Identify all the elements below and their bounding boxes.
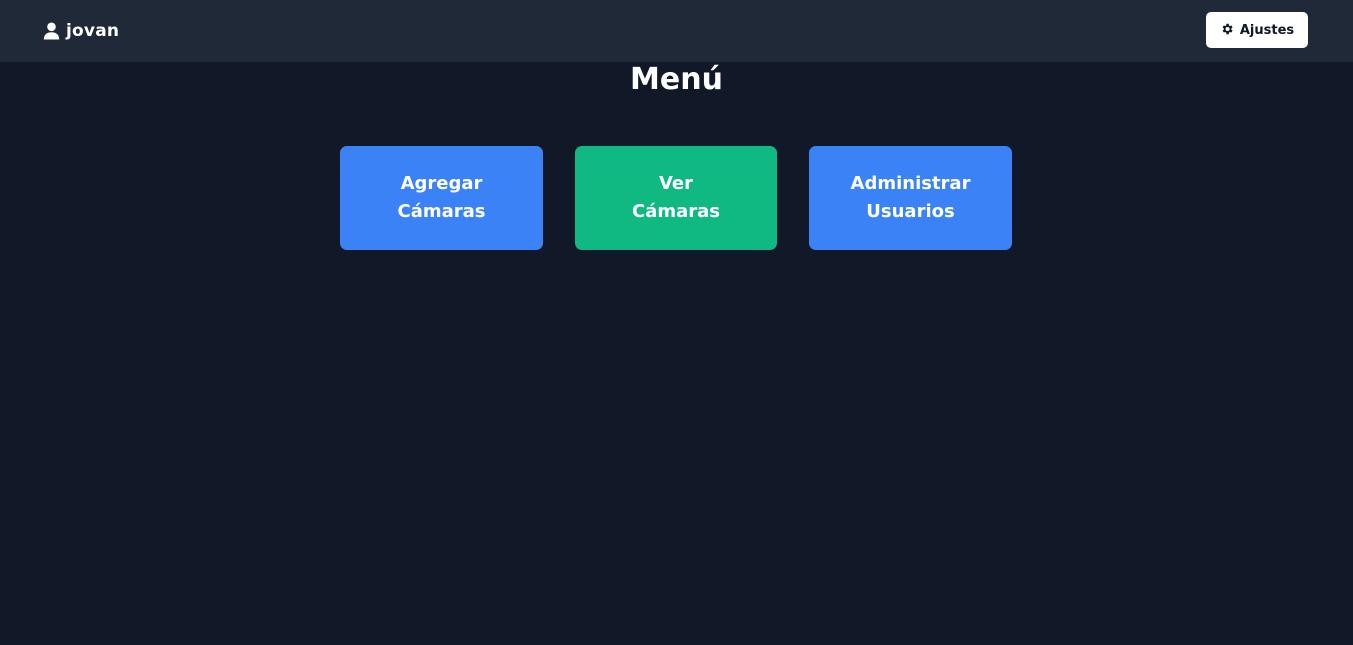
add-cameras-line2: Cámaras bbox=[397, 201, 486, 222]
username: jovan bbox=[66, 21, 120, 41]
manage-users-line1: Administrar bbox=[850, 173, 971, 194]
user-profile[interactable]: jovan bbox=[43, 20, 119, 42]
user-icon bbox=[43, 22, 60, 40]
view-cameras-button[interactable]: Ver Cámaras bbox=[575, 146, 777, 250]
view-cameras-line1: Ver bbox=[658, 173, 694, 194]
page-title: Menú bbox=[630, 62, 723, 97]
settings-button[interactable]: Ajustes bbox=[1206, 12, 1308, 48]
view-cameras-line2: Cámaras bbox=[632, 201, 720, 222]
gear-icon bbox=[1220, 21, 1234, 35]
manage-users-button[interactable]: Administrar Usuarios bbox=[809, 146, 1012, 250]
add-cameras-line1: Agregar bbox=[400, 173, 483, 194]
menu-grid: Agregar Cámaras Ver Cámaras Administrar … bbox=[340, 146, 1012, 250]
top-navbar: jovan Ajustes bbox=[0, 0, 1353, 62]
settings-label: Ajustes bbox=[1239, 22, 1295, 38]
add-cameras-button[interactable]: Agregar Cámaras bbox=[340, 146, 543, 250]
manage-users-line2: Usuarios bbox=[866, 201, 955, 222]
